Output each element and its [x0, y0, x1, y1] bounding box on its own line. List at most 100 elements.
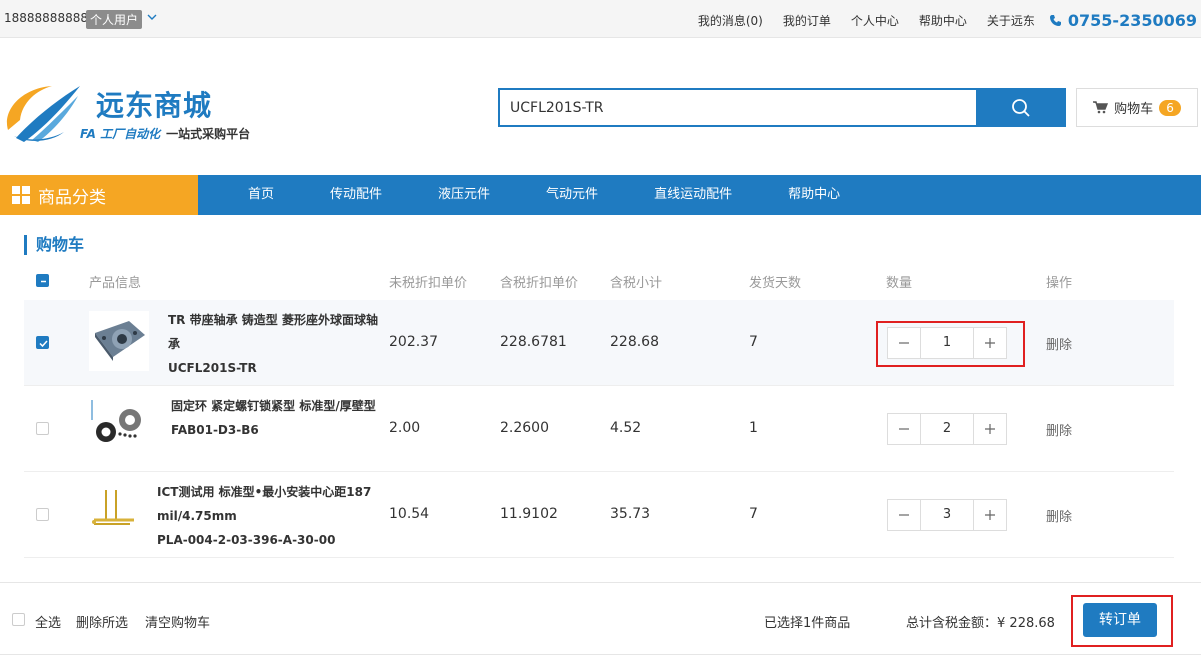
table-row: 固定环 紧定螺钉锁紧型 标准型/厚壁型 FAB01-D3-B6 2.00 2.2… — [24, 386, 1174, 472]
ship-days: 7 — [749, 334, 758, 350]
total-label: 总计含税金额： — [906, 616, 998, 631]
cart-title: 购物车 — [24, 235, 84, 255]
decrease-button[interactable] — [888, 500, 920, 530]
category-label: 商品分类 — [38, 187, 106, 208]
quantity-stepper: 2 — [887, 413, 1007, 445]
delete-selected-link[interactable]: 删除所选 — [76, 612, 128, 631]
delete-link[interactable]: 删除 — [1046, 420, 1072, 439]
category-menu[interactable]: 商品分类 — [0, 175, 198, 215]
row-checkbox[interactable] — [36, 508, 49, 521]
highlight-box-order — [1071, 595, 1173, 647]
price-ex-tax: 2.00 — [389, 420, 421, 436]
hotline: 0755-2350069 — [1049, 11, 1197, 30]
logo-sub-right: 一站式采购平台 — [166, 127, 251, 141]
col-op: 操作 — [1046, 276, 1073, 291]
col-product: 产品信息 — [89, 276, 142, 291]
highlight-box-quantity — [876, 321, 1025, 367]
quantity-input[interactable]: 3 — [920, 500, 974, 530]
minus-icon — [41, 280, 46, 283]
nav-item-transmission[interactable]: 传动配件 — [302, 175, 410, 215]
product-name[interactable]: ICT测试用 标准型•最小安装中心距187 mil/4.75mm — [157, 485, 371, 523]
product-info: 固定环 紧定螺钉锁紧型 标准型/厚壁型 FAB01-D3-B6 — [171, 394, 381, 442]
product-code: UCFL201S-TR — [168, 361, 257, 375]
link-help[interactable]: 帮助中心 — [919, 12, 967, 29]
col-price-ex-tax: 未税折扣单价 — [389, 276, 468, 291]
top-links: 我的消息(0) 我的订单 个人中心 帮助中心 关于远东 0755-2350069 — [698, 11, 1201, 30]
logo-title: 远东商城 — [96, 89, 213, 122]
plus-icon — [985, 510, 995, 520]
clear-cart-link[interactable]: 清空购物车 — [145, 612, 210, 631]
subtotal: 228.68 — [610, 334, 659, 350]
product-info: TR 带座轴承 铸造型 菱形座外球面球轴承 UCFL201S-TR — [168, 308, 378, 380]
quantity-stepper: 3 — [887, 499, 1007, 531]
header-checkbox[interactable] — [36, 274, 49, 287]
total-value: ¥ 228.68 — [997, 616, 1055, 631]
decrease-button[interactable] — [888, 414, 920, 444]
increase-button[interactable] — [974, 414, 1006, 444]
subtotal: 35.73 — [610, 506, 651, 522]
top-bar: 18888888888 个人用户 我的消息(0) 我的订单 个人中心 帮助中心 … — [0, 0, 1201, 38]
col-price-inc-tax: 含税折扣单价 — [500, 276, 579, 291]
search-icon — [1012, 98, 1030, 117]
logo-subtitle: FA 工厂自动化 一站式采购平台 — [80, 125, 250, 142]
product-info: ICT测试用 标准型•最小安装中心距187 mil/4.75mm PLA-004… — [157, 480, 377, 552]
price-ex-tax: 10.54 — [389, 506, 430, 522]
product-code: PLA-004-2-03-396-A-30-00 — [157, 533, 336, 547]
cart-table-header: 产品信息 未税折扣单价 含税折扣单价 含税小计 发货天数 数量 操作 — [24, 264, 1194, 300]
subtotal: 4.52 — [610, 420, 642, 436]
logo-sub-left: FA 工厂自动化 — [80, 127, 161, 141]
row-checkbox[interactable] — [36, 336, 49, 349]
col-subtotal: 含税小计 — [610, 276, 663, 291]
product-image[interactable] — [90, 398, 150, 458]
link-profile[interactable]: 个人中心 — [851, 12, 899, 29]
product-image[interactable] — [89, 311, 149, 371]
link-messages[interactable]: 我的消息(0) — [698, 12, 763, 29]
select-all-checkbox[interactable] — [12, 613, 25, 626]
col-days: 发货天数 — [749, 276, 802, 291]
product-name[interactable]: TR 带座轴承 铸造型 菱形座外球面球轴承 — [168, 313, 378, 351]
total-amount: 总计含税金额：¥ 228.68 — [906, 612, 1055, 631]
search-bar — [498, 88, 1066, 127]
increase-button[interactable] — [974, 500, 1006, 530]
user-type-badge: 个人用户 — [86, 10, 143, 29]
chevron-down-icon[interactable] — [146, 10, 158, 24]
nav-item-help[interactable]: 帮助中心 — [760, 175, 868, 215]
nav-item-home[interactable]: 首页 — [220, 175, 302, 215]
main-nav: 商品分类 首页 传动配件 液压元件 气动元件 直线运动配件 帮助中心 — [0, 175, 1201, 215]
price-inc-tax: 228.6781 — [500, 334, 567, 350]
price-ex-tax: 202.37 — [389, 334, 438, 350]
hotline-number: 0755-2350069 — [1067, 11, 1197, 30]
selected-count: 已选择1件商品 — [764, 616, 851, 631]
nav-item-hydraulic[interactable]: 液压元件 — [410, 175, 518, 215]
cart-button[interactable]: 购物车 6 — [1076, 88, 1198, 127]
select-all-label[interactable]: 全选 — [35, 612, 61, 631]
link-about[interactable]: 关于远东 — [987, 12, 1035, 29]
cart-footer: 全选 删除所选 清空购物车 已选择1件商品 总计含税金额：¥ 228.68 转订… — [0, 582, 1201, 655]
product-code: FAB01-D3-B6 — [171, 423, 259, 437]
link-orders[interactable]: 我的订单 — [783, 12, 831, 29]
phone-icon — [1049, 15, 1061, 26]
cart-label: 购物车 — [1114, 102, 1154, 117]
col-qty: 数量 — [886, 276, 913, 291]
product-name[interactable]: 固定环 紧定螺钉锁紧型 标准型/厚壁型 — [171, 399, 376, 413]
delete-link[interactable]: 删除 — [1046, 334, 1072, 353]
search-button[interactable] — [976, 88, 1066, 127]
product-image[interactable] — [86, 486, 146, 546]
nav-item-pneumatic[interactable]: 气动元件 — [518, 175, 626, 215]
cart-count-badge: 6 — [1159, 99, 1181, 116]
price-inc-tax: 11.9102 — [500, 506, 558, 522]
minus-icon — [899, 514, 909, 516]
row-checkbox[interactable] — [36, 422, 49, 435]
cart-icon — [1093, 101, 1109, 114]
check-icon — [39, 340, 48, 348]
account-phone[interactable]: 18888888888 — [4, 11, 88, 25]
delete-link[interactable]: 删除 — [1046, 506, 1072, 525]
search-input[interactable] — [498, 88, 976, 127]
grid-icon — [12, 186, 30, 204]
table-row: ICT测试用 标准型•最小安装中心距187 mil/4.75mm PLA-004… — [24, 472, 1174, 558]
ship-days: 1 — [749, 420, 758, 436]
nav-item-linear[interactable]: 直线运动配件 — [626, 175, 760, 215]
price-inc-tax: 2.2600 — [500, 420, 549, 436]
ship-days: 7 — [749, 506, 758, 522]
quantity-input[interactable]: 2 — [920, 414, 974, 444]
